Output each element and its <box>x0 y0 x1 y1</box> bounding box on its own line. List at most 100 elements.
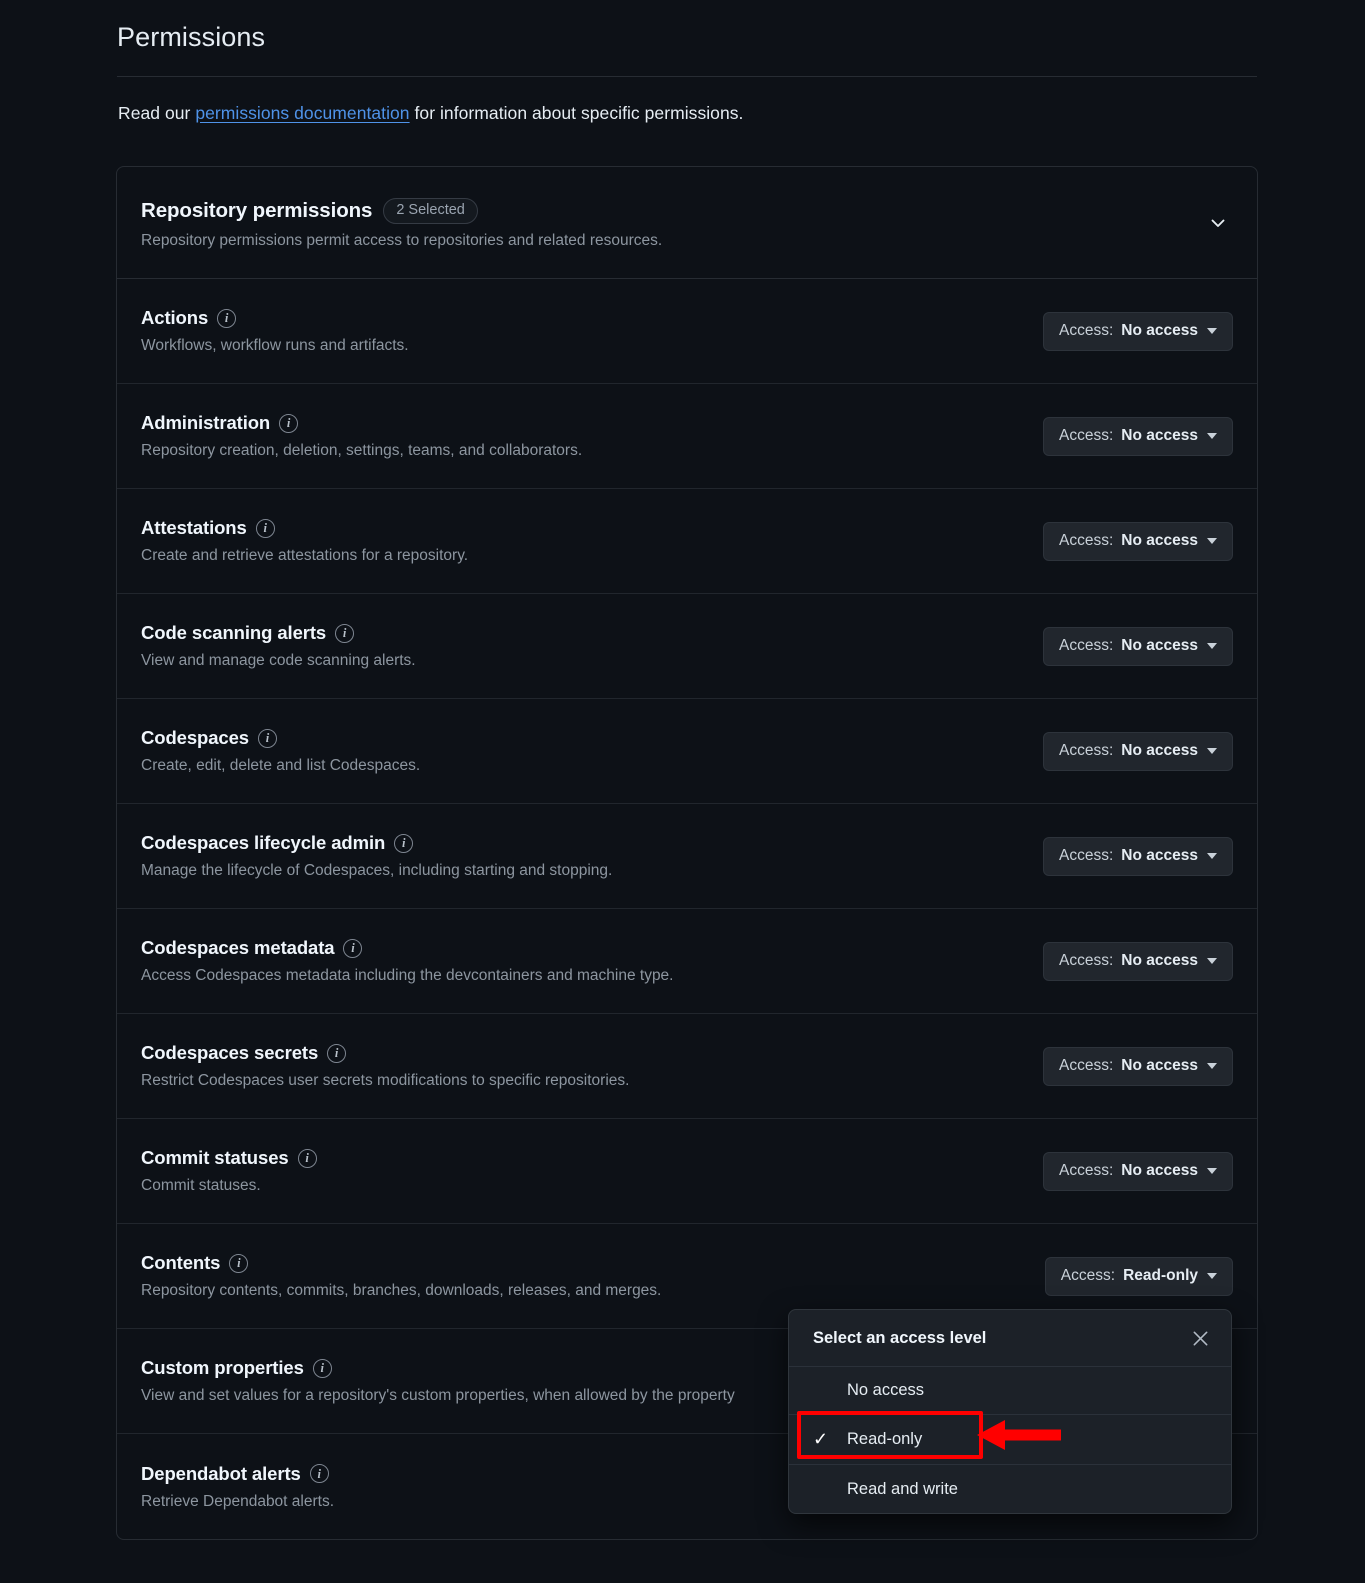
permission-name: Codespaces lifecycle admin <box>141 832 386 854</box>
access-label-prefix: Access: <box>1059 426 1114 444</box>
access-label-prefix: Access: <box>1059 951 1114 969</box>
caret-down-icon <box>1207 642 1217 649</box>
info-icon[interactable]: i <box>255 518 275 538</box>
title-divider <box>117 76 1257 77</box>
permission-name: Dependabot alerts <box>141 1462 301 1484</box>
permission-name-row: Dependabot alerts i <box>141 1463 334 1485</box>
info-icon[interactable]: i <box>343 938 363 958</box>
repository-permissions-header[interactable]: Repository permissions 2 Selected Reposi… <box>117 167 1257 280</box>
caret-down-icon <box>1207 747 1217 754</box>
permission-description: View and set values for a repository's c… <box>141 1387 735 1405</box>
permission-row: Actions i Workflows, workflow runs and art… <box>117 279 1257 385</box>
popup-option-label: No access <box>847 1381 925 1399</box>
access-level-value: No access <box>1121 1056 1198 1074</box>
permission-info: Codespaces metadata i Access Codespaces me… <box>141 937 674 985</box>
info-icon[interactable]: i <box>327 1043 347 1063</box>
access-level-dropdown-button[interactable]: Access: No access <box>1043 836 1233 876</box>
permission-info: Code scanning alerts i View and manage cod… <box>141 622 416 670</box>
access-level-dropdown-button[interactable]: Access: No access <box>1043 626 1233 666</box>
permission-info: Custom properties i View and set values fo… <box>141 1357 735 1405</box>
access-label-prefix: Access: <box>1059 531 1114 549</box>
access-level-dropdown-button[interactable]: Access: No access <box>1043 941 1233 981</box>
info-icon[interactable]: i <box>229 1253 249 1273</box>
popup-option-item[interactable]: ✓ Read-only <box>789 1415 1231 1465</box>
permission-info: Actions i Workflows, workflow runs and art… <box>141 307 409 355</box>
permission-name: Codespaces metadata <box>141 937 335 959</box>
permission-row: Commit statuses i Commit statuses. Access: … <box>117 1119 1257 1225</box>
access-label-prefix: Access: <box>1059 1161 1114 1179</box>
popup-title: Select an access level <box>813 1328 987 1347</box>
close-icon[interactable] <box>1187 1325 1213 1351</box>
permission-info: Administration i Repository creation, dele… <box>141 412 582 460</box>
permission-info: Codespaces i Create, edit, delete and list… <box>141 727 420 775</box>
permission-name: Contents <box>141 1252 221 1274</box>
permission-row: Administration i Repository creation, dele… <box>117 384 1257 490</box>
info-icon[interactable]: i <box>279 413 299 433</box>
info-icon[interactable]: i <box>394 833 414 853</box>
permissions-page: Permissions Read our permissions documen… <box>0 0 1365 1583</box>
access-level-dropdown-button[interactable]: Access: No access <box>1043 521 1233 561</box>
access-level-dropdown-button[interactable]: Access: No access <box>1043 1046 1233 1086</box>
popup-option-label: Read-only <box>847 1430 923 1448</box>
info-icon[interactable]: i <box>297 1148 317 1168</box>
permission-row: Codespaces lifecycle admin i Manage the li… <box>117 804 1257 910</box>
permission-name-row: Codespaces lifecycle admin i <box>141 832 612 854</box>
access-label-prefix: Access: <box>1059 321 1114 339</box>
access-label-prefix: Access: <box>1059 1056 1114 1074</box>
access-level-dropdown-button[interactable]: Access: No access <box>1043 311 1233 351</box>
permission-row: Codespaces secrets i Restrict Codespaces u… <box>117 1014 1257 1120</box>
permission-name-row: Codespaces i <box>141 727 420 749</box>
access-label-prefix: Access: <box>1060 1266 1116 1284</box>
permission-name-row: Commit statuses i <box>141 1147 317 1169</box>
permission-info: Contents i Repository contents, commits, b… <box>141 1252 661 1300</box>
permission-name-row: Contents i <box>141 1252 661 1274</box>
access-level-value: No access <box>1121 1161 1198 1179</box>
access-level-value: No access <box>1121 846 1198 864</box>
caret-down-icon <box>1207 432 1217 439</box>
permission-name: Attestations <box>141 517 247 539</box>
permission-info: Attestations i Create and retrieve attesta… <box>141 517 468 565</box>
permission-description: Restrict Codespaces user secrets modific… <box>141 1072 630 1090</box>
chevron-down-icon[interactable] <box>1205 210 1231 236</box>
permission-name: Administration <box>141 412 271 434</box>
permission-name-row: Attestations i <box>141 517 468 539</box>
permissions-documentation-link[interactable]: permissions documentation <box>195 103 409 123</box>
access-level-dropdown-button[interactable]: Access: Read-only <box>1044 1256 1233 1296</box>
permission-description: Create, edit, delete and list Codespaces… <box>141 757 421 775</box>
caret-down-icon <box>1207 957 1217 964</box>
access-label-prefix: Access: <box>1059 741 1114 759</box>
permission-info: Commit statuses i Commit statuses. <box>141 1147 317 1195</box>
caret-down-icon <box>1207 1062 1217 1069</box>
info-icon[interactable]: i <box>335 623 355 643</box>
access-level-dropdown-button[interactable]: Access: No access <box>1043 731 1233 771</box>
permission-row: Codespaces i Create, edit, delete and list… <box>117 699 1257 805</box>
popup-option-label: Read and write <box>847 1479 958 1498</box>
intro-text: Read our permissions documentation for i… <box>118 103 743 124</box>
permission-description: Create and retrieve attestations for a r… <box>141 547 469 565</box>
info-icon[interactable]: i <box>309 1464 329 1484</box>
access-level-dropdown-button[interactable]: Access: No access <box>1043 416 1233 456</box>
caret-down-icon <box>1207 1167 1217 1174</box>
access-level-dropdown-button[interactable]: Access: No access <box>1043 1151 1233 1191</box>
popup-option-item[interactable]: No access <box>789 1367 1231 1415</box>
permission-description: Commit statuses. <box>141 1177 261 1195</box>
caret-down-icon <box>1207 1272 1217 1279</box>
card-header-title-row: Repository permissions 2 Selected <box>141 198 1233 225</box>
caret-down-icon <box>1207 537 1217 544</box>
info-icon[interactable]: i <box>312 1358 332 1378</box>
intro-prefix: Read our <box>118 103 196 123</box>
info-icon[interactable]: i <box>258 728 277 748</box>
intro-suffix: for information about specific permissio… <box>409 103 744 123</box>
permission-name-row: Actions i <box>141 307 409 329</box>
permission-name: Code scanning alerts <box>141 622 327 644</box>
permission-row: Code scanning alerts i View and manage cod… <box>117 594 1257 700</box>
access-level-value: No access <box>1121 321 1198 339</box>
access-level-value: No access <box>1121 951 1198 969</box>
popup-option-item[interactable]: Read and write <box>789 1465 1231 1513</box>
popup-header: Select an access level <box>789 1310 1231 1367</box>
info-icon[interactable]: i <box>217 308 237 328</box>
card-header-subtitle: Repository permissions permit access to … <box>141 232 663 250</box>
permission-name-row: Custom properties i <box>141 1357 735 1379</box>
status-badge: 2 Selected <box>383 198 478 225</box>
permission-name: Actions <box>141 307 209 329</box>
